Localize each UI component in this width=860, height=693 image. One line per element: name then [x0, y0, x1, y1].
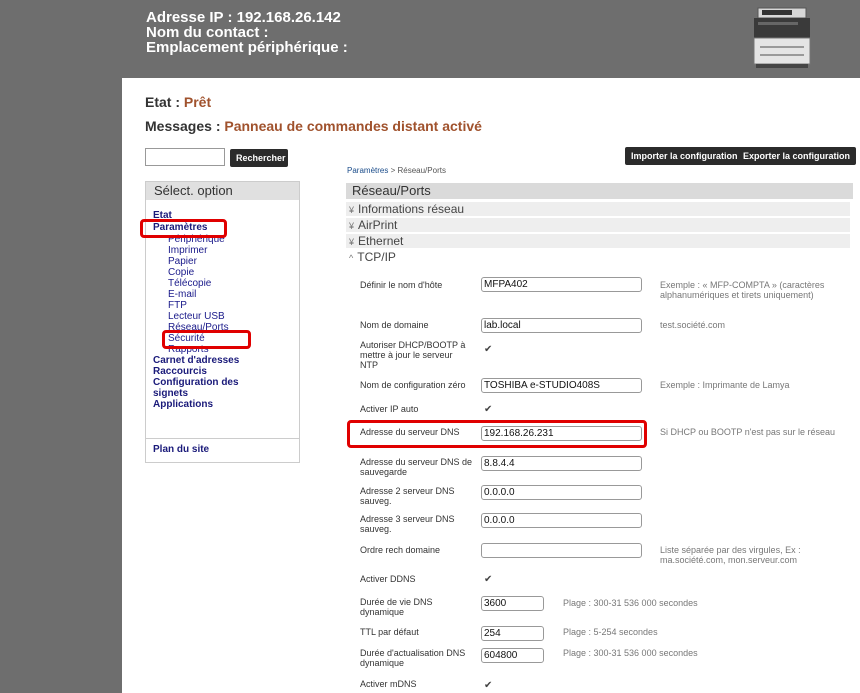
refresh-label: Durée d'actualisation DNS dynamique: [360, 648, 466, 668]
sidebar-item-config-signets[interactable]: Configuration des: [153, 377, 239, 388]
left-chrome: [0, 0, 122, 693]
sidebar-title: Sélect. option: [146, 182, 299, 200]
ttl-field[interactable]: 254: [481, 626, 544, 641]
sidebar-item-plan-du-site[interactable]: Plan du site: [153, 444, 209, 455]
status-label: Etat :: [145, 94, 184, 110]
chevron-down-icon: ¥: [349, 221, 355, 231]
chevron-up-icon: ^: [349, 253, 354, 263]
section-airprint[interactable]: ¥ AirPrint: [346, 218, 850, 232]
device-location: Emplacement périphérique :: [146, 39, 348, 56]
dns-backup-label: Adresse du serveur DNS de sauvegarde: [360, 457, 473, 477]
autoip-checkbox[interactable]: ✔: [484, 405, 494, 415]
hostname-field[interactable]: MFPA402: [481, 277, 642, 292]
dhcp-label: Autoriser DHCP/BOOTP à mettre à jour le …: [360, 340, 466, 370]
section-label: TCP/IP: [357, 250, 396, 264]
chevron-down-icon: ¥: [349, 205, 355, 215]
domain-label: Nom de domaine: [360, 320, 429, 330]
section-label: Ethernet: [358, 234, 404, 248]
section-tcpip[interactable]: ^ TCP/IP: [346, 250, 850, 264]
sidebar-item-carnet[interactable]: Carnet d'adresses: [153, 355, 239, 366]
breadcrumb-parametres[interactable]: Paramètres: [347, 166, 388, 175]
search-order-field[interactable]: [481, 543, 642, 558]
domain-hint: test.société.com: [660, 320, 726, 330]
breadcrumb-current: Réseau/Ports: [397, 166, 446, 175]
dns3-label: Adresse 3 serveur DNS sauveg.: [360, 514, 455, 534]
device-header: Adresse IP : 192.168.26.142 Nom du conta…: [146, 10, 348, 55]
sidebar-item-ftp[interactable]: FTP: [168, 300, 187, 311]
sidebar-item-imprimer[interactable]: Imprimer: [168, 245, 207, 256]
ttl-label: TTL par défaut: [360, 627, 419, 637]
refresh-range: Plage : 300-31 536 000 secondes: [563, 648, 698, 658]
ip-address: Adresse IP : 192.168.26.142: [146, 9, 341, 26]
sidebar-item-signets[interactable]: signets: [153, 388, 188, 399]
autoip-label: Activer IP auto: [360, 404, 419, 414]
sidebar-item-raccourcis[interactable]: Raccourcis: [153, 366, 207, 377]
ddns-checkbox[interactable]: ✔: [484, 575, 494, 585]
mdns-label: Activer mDNS: [360, 679, 417, 689]
domain-field[interactable]: lab.local: [481, 318, 642, 333]
dns-server-hint: Si DHCP ou BOOTP n'est pas sur le réseau: [660, 427, 835, 437]
status-value: Prêt: [183, 94, 212, 110]
dns-ttl-field[interactable]: 3600: [481, 596, 544, 611]
section-ethernet[interactable]: ¥ Ethernet: [346, 234, 850, 248]
chevron-down-icon: ¥: [349, 237, 355, 247]
page-title: Réseau/Ports: [346, 183, 853, 199]
ttl-range: Plage : 5-254 secondes: [563, 627, 658, 637]
zeroconf-hint: Exemple : Imprimante de Lamya: [660, 380, 790, 390]
section-informations-reseau[interactable]: ¥ Informations réseau: [346, 202, 850, 216]
search-input[interactable]: [145, 148, 225, 166]
dns-ttl-range: Plage : 300-31 536 000 secondes: [563, 598, 698, 608]
sidebar-item-email[interactable]: E-mail: [168, 289, 196, 300]
messages-line: Messages : Panneau de commandes distant …: [145, 118, 482, 134]
section-label: AirPrint: [358, 218, 398, 232]
printer-icon: [753, 7, 811, 68]
dns2-field[interactable]: 0.0.0.0: [481, 485, 642, 500]
messages-value: Panneau de commandes distant activé: [224, 118, 482, 134]
zeroconf-field[interactable]: TOSHIBA e-STUDIO408S: [481, 378, 642, 393]
highlight-dns-server: [347, 420, 647, 448]
sidebar-item-lecteur-usb[interactable]: Lecteur USB: [168, 311, 225, 322]
sidebar-item-applications[interactable]: Applications: [153, 399, 213, 410]
highlight-reseau-ports: [162, 330, 251, 349]
zeroconf-label: Nom de configuration zéro: [360, 380, 466, 390]
sidebar-item-telecopie[interactable]: Télécopie: [168, 278, 211, 289]
dns-backup-field[interactable]: 8.8.4.4: [481, 456, 642, 471]
highlight-parametres: [140, 219, 227, 238]
ddns-label: Activer DDNS: [360, 574, 416, 584]
status-line: Etat : Prêt: [145, 94, 211, 110]
dns-ttl-label: Durée de vie DNS dynamique: [360, 597, 433, 617]
dns2-label: Adresse 2 serveur DNS sauveg.: [360, 486, 455, 506]
messages-label: Messages :: [145, 118, 225, 134]
contact-name: Nom du contact :: [146, 24, 269, 41]
sidebar-item-papier[interactable]: Papier: [168, 256, 197, 267]
mdns-checkbox[interactable]: ✔: [484, 681, 494, 691]
dns3-field[interactable]: 0.0.0.0: [481, 513, 642, 528]
sidebar-item-copie[interactable]: Copie: [168, 267, 194, 278]
top-chrome: [0, 0, 860, 78]
refresh-field[interactable]: 604800: [481, 648, 544, 663]
import-config-button[interactable]: Importer la configuration: [625, 147, 744, 165]
dhcp-checkbox[interactable]: ✔: [484, 345, 494, 355]
export-config-button[interactable]: Exporter la configuration: [737, 147, 857, 165]
hostname-hint: Exemple : « MFP-COMPTA » (caractères alp…: [660, 280, 825, 300]
section-label: Informations réseau: [358, 202, 465, 216]
search-order-label: Ordre rech domaine: [360, 545, 441, 555]
search-order-hint: Liste séparée par des virgules, Ex : ma.…: [660, 545, 801, 565]
search-button[interactable]: Rechercher: [230, 149, 288, 167]
breadcrumb: Paramètres > Réseau/Ports: [347, 166, 446, 175]
hostname-label: Définir le nom d'hôte: [360, 280, 443, 290]
sidebar-divider: [146, 438, 299, 439]
